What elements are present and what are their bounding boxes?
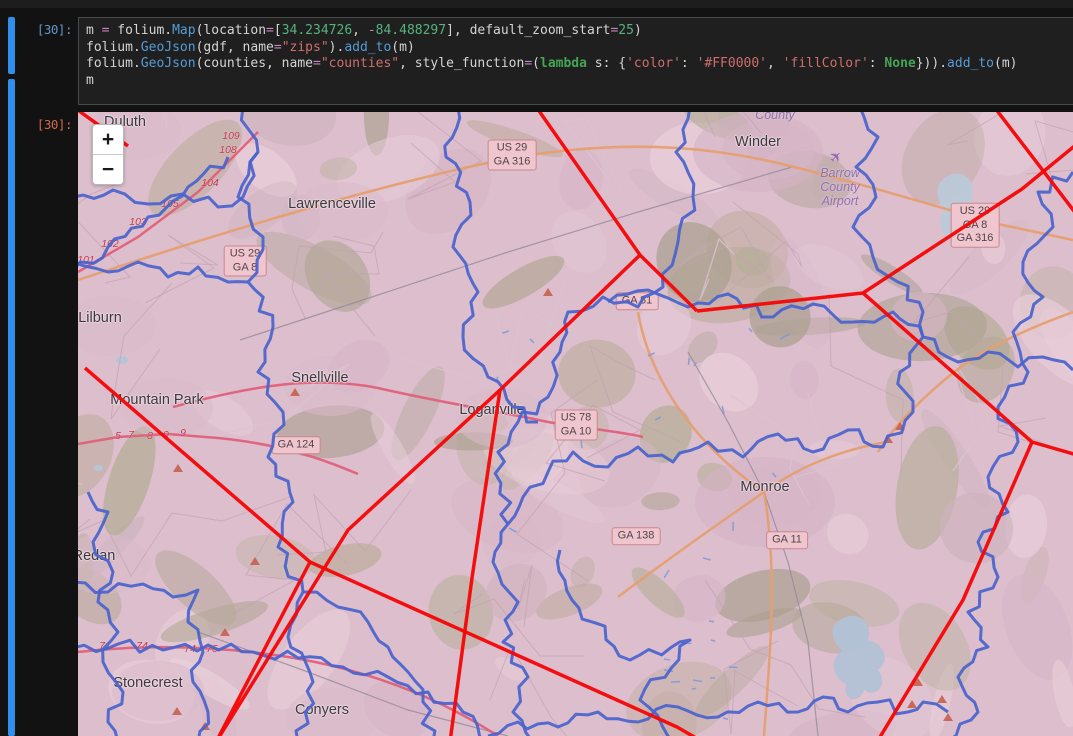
exit-number-label: 102 [101, 238, 119, 250]
town-label: Lilburn [78, 310, 122, 326]
exit-number-label: 105 [161, 198, 179, 210]
town-label: Mountain Park [110, 392, 204, 408]
road-shield: US 29 GA 316 [487, 139, 537, 171]
map-label-layer: Duluth Lawrenceville Winder Lilburn Mountain… [78, 112, 1073, 736]
exit-number-label: 74 [136, 640, 148, 652]
area-label: County [820, 180, 860, 194]
map-zoom-control: + − [92, 124, 124, 185]
notebook-top-strip [0, 0, 1073, 8]
exit-number-label: 7 [128, 429, 134, 441]
exit-number-label: 74 [184, 643, 196, 655]
map-canvas[interactable]: Duluth Lawrenceville Winder Lilburn Mountain… [78, 112, 1073, 736]
road-shield: US 78 GA 10 [554, 409, 598, 441]
code-line: m [86, 72, 94, 88]
road-shield: GA 81 [615, 292, 659, 310]
area-label: Barrow [820, 166, 860, 180]
code-line: folium.GeoJson(counties, name="counties"… [86, 56, 1018, 71]
area-label: County [755, 112, 795, 122]
zoom-in-button[interactable]: + [93, 125, 123, 155]
exit-number-label: 109 [222, 130, 240, 142]
zoom-out-button[interactable]: − [93, 155, 123, 184]
exit-number-label: 103 [129, 216, 147, 228]
exit-number-label: 8 [147, 430, 153, 442]
town-label: Winder [735, 134, 781, 150]
town-label: Loganville [459, 402, 525, 418]
code-line: m = folium.Map(location=[34.234726, -84.… [86, 23, 642, 38]
output-prompt: [30]: [36, 117, 73, 132]
road-shield: US 29 GA 8 GA 316 [950, 202, 1000, 248]
road-shield: US 29 GA 8 [223, 245, 267, 277]
town-label: Conyers [295, 702, 349, 718]
exit-number-label: 104 [201, 177, 219, 189]
exit-number-label: 71 [99, 640, 111, 652]
area-label: Airport [821, 194, 859, 208]
exit-number-label: 75 [206, 643, 218, 655]
exit-number-label: 5 [115, 430, 121, 442]
road-shield: GA 124 [271, 436, 321, 454]
town-label: Stonecrest [113, 675, 183, 691]
airport-icon: ✈ [825, 146, 847, 168]
input-prompt: [30]: [36, 22, 73, 37]
road-shield: GA 138 [611, 527, 661, 545]
exit-number-label: 9 [163, 429, 169, 441]
town-label: Monroe [740, 479, 790, 495]
exit-number-label: 9 [180, 427, 186, 439]
exit-number-label: 101 [78, 254, 95, 266]
town-label: Redan [78, 548, 116, 564]
code-line: folium.GeoJson(gdf, name="zips").add_to(… [86, 39, 415, 55]
road-shield: GA 11 [766, 531, 808, 549]
cell-focus-bar-output[interactable] [8, 79, 15, 736]
town-label: Snellville [291, 370, 349, 386]
exit-number-label: 108 [219, 144, 237, 156]
town-label: Lawrenceville [288, 196, 376, 212]
code-editor[interactable]: m = folium.Map(location=[34.234726, -84.… [78, 17, 1073, 105]
